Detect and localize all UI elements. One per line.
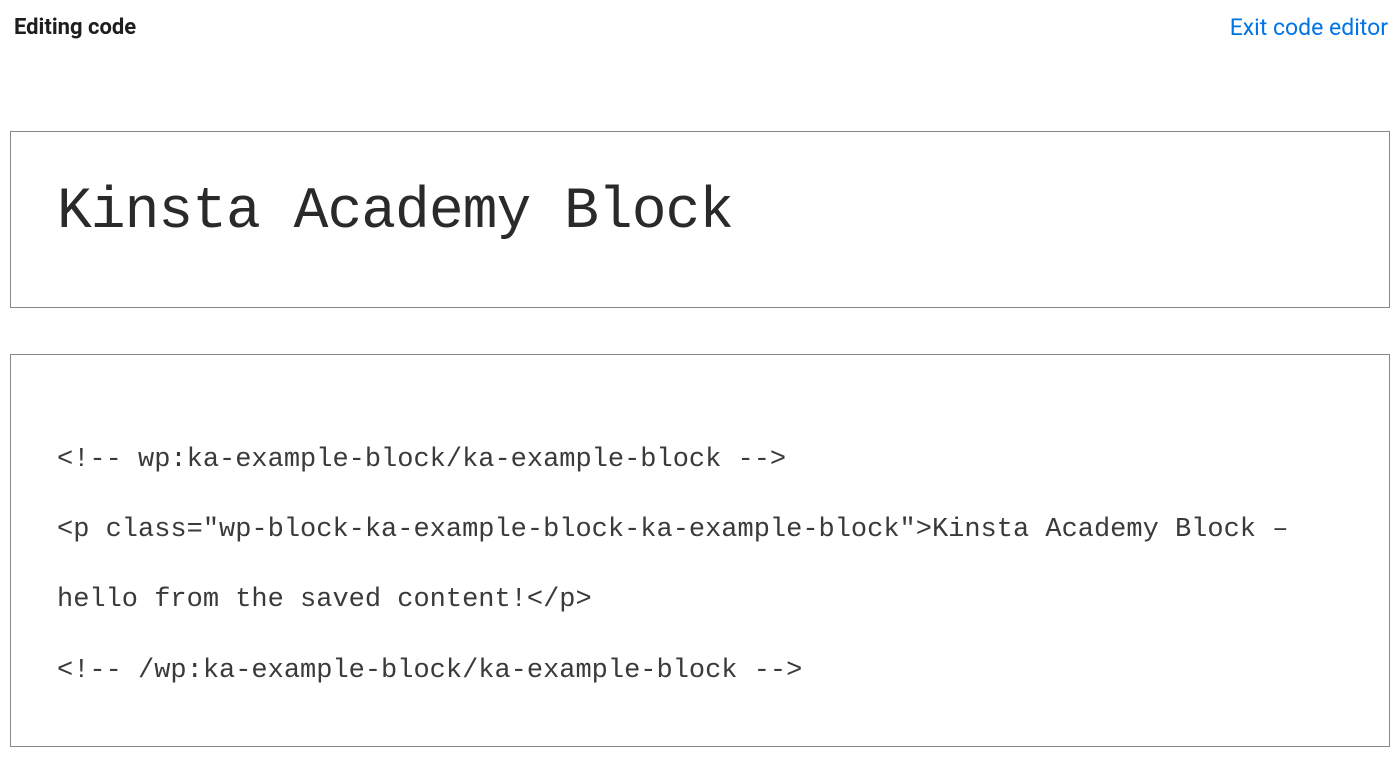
exit-code-editor-link[interactable]: Exit code editor: [1230, 14, 1388, 41]
post-title-input-box[interactable]: Kinsta Academy Block: [10, 131, 1390, 308]
post-title-text: Kinsta Academy Block: [57, 180, 1343, 245]
post-code-text: <!-- wp:ka-example-block/ka-example-bloc…: [57, 425, 1343, 706]
post-code-input-box[interactable]: <!-- wp:ka-example-block/ka-example-bloc…: [10, 354, 1390, 747]
editing-status-label: Editing code: [14, 15, 136, 40]
editor-topbar: Editing code Exit code editor: [10, 14, 1390, 41]
